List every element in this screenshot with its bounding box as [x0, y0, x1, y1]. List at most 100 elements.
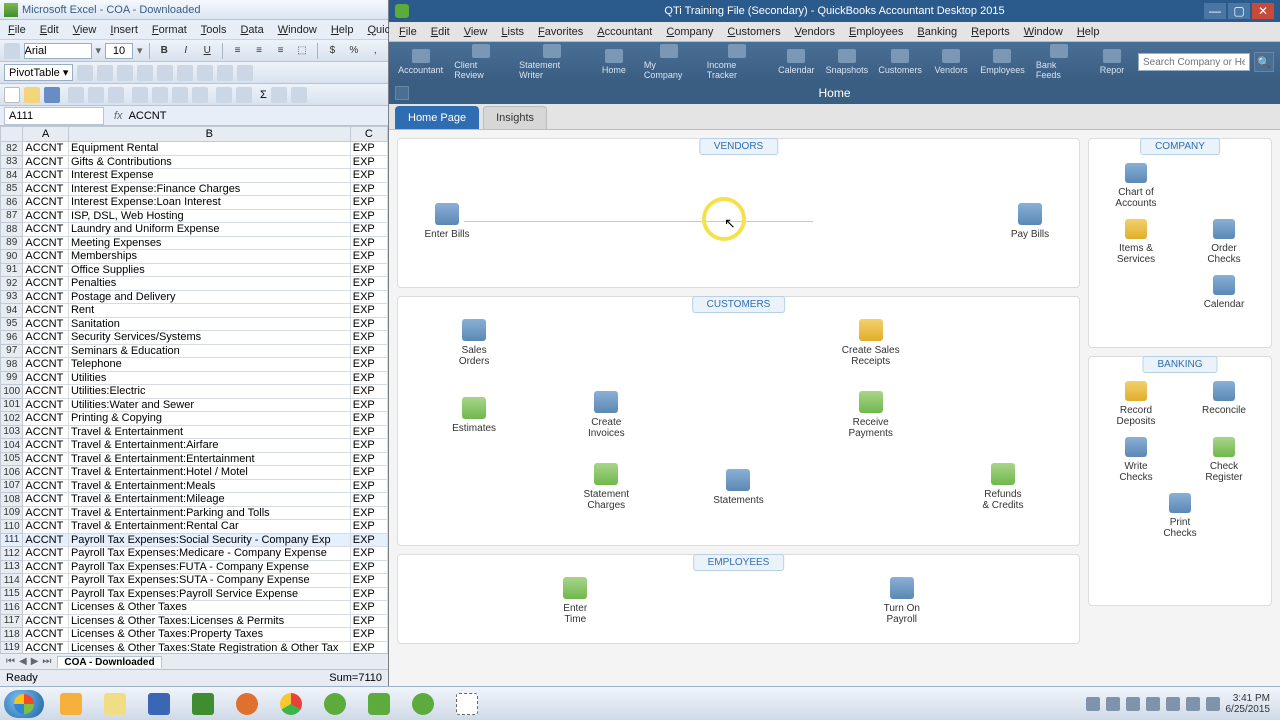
taskbar-clock[interactable]: 3:41 PM 6/25/2015 [1226, 693, 1271, 715]
iconbar-income-tracker[interactable]: Income Tracker [703, 42, 771, 82]
cell[interactable]: EXP [350, 425, 387, 439]
cell[interactable]: EXP [350, 358, 387, 372]
toolbar-icon[interactable] [197, 65, 213, 81]
sheet-nav-last-icon[interactable]: ⏭ [40, 656, 53, 667]
toolbar-icon[interactable] [177, 65, 193, 81]
table-row[interactable]: 82ACCNTEquipment RentalEXP [1, 142, 388, 156]
taskbar-snip[interactable] [446, 690, 488, 718]
table-row[interactable]: 88ACCNTLaundry and Uniform ExpenseEXP [1, 223, 388, 237]
cell[interactable]: ACCNT [23, 479, 69, 493]
calendar-item[interactable]: Calendar [1185, 275, 1263, 310]
iconbar-repor[interactable]: Repor [1090, 47, 1134, 77]
cell[interactable]: Gifts & Contributions [68, 155, 350, 169]
row-header[interactable]: 101 [1, 398, 23, 412]
order-checks-item[interactable]: Order Checks [1185, 219, 1263, 265]
table-row[interactable]: 117ACCNTLicenses & Other Taxes:Licenses … [1, 614, 388, 628]
maximize-button[interactable]: ▢ [1228, 3, 1250, 19]
cell[interactable]: EXP [350, 304, 387, 318]
write-checks-item[interactable]: Write Checks [1097, 437, 1175, 483]
cell[interactable]: EXP [350, 344, 387, 358]
cell[interactable]: ACCNT [23, 277, 69, 291]
toolbar-icon[interactable] [97, 65, 113, 81]
cell[interactable]: ACCNT [23, 587, 69, 601]
table-row[interactable]: 101ACCNTUtilities:Water and SewerEXP [1, 398, 388, 412]
row-header[interactable]: 94 [1, 304, 23, 318]
cell[interactable]: EXP [350, 574, 387, 588]
cell[interactable]: EXP [350, 533, 387, 547]
row-header[interactable]: 113 [1, 560, 23, 574]
table-row[interactable]: 102ACCNTPrinting & CopyingEXP [1, 412, 388, 426]
qb-titlebar[interactable]: QTi Training File (Secondary) - QuickBoo… [389, 0, 1280, 22]
cell[interactable]: EXP [350, 628, 387, 642]
cell[interactable]: EXP [350, 520, 387, 534]
row-header[interactable]: 85 [1, 182, 23, 196]
cell[interactable]: ACCNT [23, 209, 69, 223]
cell[interactable]: EXP [350, 169, 387, 183]
cell[interactable]: ACCNT [23, 398, 69, 412]
cell[interactable]: Travel & Entertainment [68, 425, 350, 439]
qb-menu-banking[interactable]: Banking [911, 24, 963, 40]
cell[interactable]: Payroll Tax Expenses:Medicare - Company … [68, 547, 350, 561]
cell[interactable]: Travel & Entertainment:Meals [68, 479, 350, 493]
comma-icon[interactable]: , [367, 42, 384, 60]
cell[interactable]: Payroll Tax Expenses:Social Security - C… [68, 533, 350, 547]
table-row[interactable]: 108ACCNTTravel & Entertainment:MileageEX… [1, 493, 388, 507]
row-header[interactable]: 82 [1, 142, 23, 156]
table-row[interactable]: 98ACCNTTelephoneEXP [1, 358, 388, 372]
table-row[interactable]: 113ACCNTPayroll Tax Expenses:FUTA - Comp… [1, 560, 388, 574]
excel-grid[interactable]: ABC82ACCNTEquipment RentalEXP83ACCNTGift… [0, 126, 388, 653]
cell[interactable]: Printing & Copying [68, 412, 350, 426]
cell[interactable]: EXP [350, 587, 387, 601]
cell[interactable]: EXP [350, 142, 387, 156]
sub-back-button[interactable] [395, 86, 409, 100]
table-row[interactable]: 99ACCNTUtilitiesEXP [1, 371, 388, 385]
font-name-input[interactable] [24, 43, 92, 59]
cell[interactable]: EXP [350, 371, 387, 385]
row-header[interactable]: 105 [1, 452, 23, 466]
search-go-button[interactable]: 🔍 [1254, 52, 1274, 72]
table-row[interactable]: 114ACCNTPayroll Tax Expenses:SUTA - Comp… [1, 574, 388, 588]
row-header[interactable]: 102 [1, 412, 23, 426]
merge-icon[interactable]: ⬚ [293, 42, 310, 60]
qb-menu-window[interactable]: Window [1018, 24, 1069, 40]
iconbar-employees[interactable]: Employees [977, 47, 1028, 77]
row-header[interactable]: 84 [1, 169, 23, 183]
cell[interactable]: Laundry and Uniform Expense [68, 223, 350, 237]
row-header[interactable]: 97 [1, 344, 23, 358]
align-left-icon[interactable]: ≡ [229, 42, 246, 60]
excel-menu-data[interactable]: Data [234, 22, 269, 38]
iconbar-statement-writer[interactable]: Statement Writer [515, 42, 588, 82]
cell[interactable]: Travel & Entertainment:Parking and Tolls [68, 506, 350, 520]
chart-of-accounts-item[interactable]: Chart of Accounts [1097, 163, 1175, 209]
excel-menu-edit[interactable]: Edit [34, 22, 65, 38]
table-row[interactable]: 109ACCNTTravel & Entertainment:Parking a… [1, 506, 388, 520]
cell[interactable]: Travel & Entertainment:Entertainment [68, 452, 350, 466]
row-header[interactable]: 91 [1, 263, 23, 277]
tray-icon[interactable] [1146, 697, 1160, 711]
cell[interactable]: ACCNT [23, 560, 69, 574]
cell[interactable]: Utilities [68, 371, 350, 385]
iconbar-vendors[interactable]: Vendors [929, 47, 973, 77]
name-box[interactable]: A111 [4, 107, 104, 125]
toolbar-icon[interactable] [157, 65, 173, 81]
cell[interactable]: EXP [350, 331, 387, 345]
row-header[interactable]: 104 [1, 439, 23, 453]
taskbar-outlook[interactable] [50, 690, 92, 718]
row-header[interactable]: 117 [1, 614, 23, 628]
row-header[interactable]: 111 [1, 533, 23, 547]
cell[interactable]: EXP [350, 290, 387, 304]
table-row[interactable]: 83ACCNTGifts & ContributionsEXP [1, 155, 388, 169]
cell[interactable]: EXP [350, 614, 387, 628]
table-row[interactable]: 93ACCNTPostage and DeliveryEXP [1, 290, 388, 304]
table-row[interactable]: 115ACCNTPayroll Tax Expenses:Payroll Ser… [1, 587, 388, 601]
cell[interactable]: ACCNT [23, 574, 69, 588]
row-header[interactable]: 116 [1, 601, 23, 615]
create-sales-receipts-node[interactable]: Create Sales Receipts [836, 319, 906, 367]
table-row[interactable]: 94ACCNTRentEXP [1, 304, 388, 318]
qb-menu-lists[interactable]: Lists [495, 24, 530, 40]
save-icon[interactable] [44, 87, 60, 103]
table-row[interactable]: 84ACCNTInterest ExpenseEXP [1, 169, 388, 183]
align-center-icon[interactable]: ≡ [250, 42, 267, 60]
cell[interactable]: EXP [350, 439, 387, 453]
table-row[interactable]: 96ACCNTSecurity Services/SystemsEXP [1, 331, 388, 345]
